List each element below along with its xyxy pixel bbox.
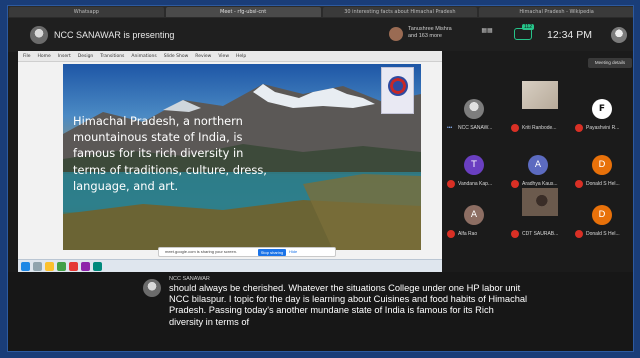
participant-tile[interactable]: A Aradhya Kaus... <box>508 151 572 193</box>
caption-speaker-avatar <box>143 279 161 297</box>
meet-top-bar: NCC SANAWAR is presenting Tanushree Mish… <box>8 18 633 52</box>
participant-avatar: A <box>528 155 548 175</box>
participant-avatar: D <box>592 205 612 225</box>
mic-muted-icon <box>511 180 519 188</box>
participant-name: Aradhya Kaus... <box>522 181 558 187</box>
participant-tile[interactable]: T Vandana Kap... <box>444 151 508 193</box>
presentation-menu-bar: File Home Insert Design Transitions Anim… <box>18 51 442 62</box>
participant-video <box>522 188 558 216</box>
hide-share-bar-link[interactable]: Hide <box>289 249 297 254</box>
mic-muted-icon <box>511 230 519 238</box>
participant-name: CDT SAURAB... <box>522 231 559 237</box>
browser-tab[interactable]: Whatsapp <box>9 7 164 17</box>
participant-avatar: A <box>464 205 484 225</box>
participant-summary-text: Tanushree Mishra and 163 more <box>408 26 452 39</box>
participant-tile[interactable]: ••• NCC SANAW... <box>444 95 508 137</box>
participant-name: Kriti Ranbode... <box>522 125 557 131</box>
clock: 12:34 PM <box>547 29 592 41</box>
ncc-logo <box>381 67 414 114</box>
menu-item[interactable]: View <box>218 54 229 59</box>
menu-item[interactable]: File <box>23 54 31 59</box>
participant-avatar: F <box>592 99 612 119</box>
participant-tile[interactable]: A Alfa Rao <box>444 201 508 243</box>
participant-tile[interactable]: CDT SAURAB... <box>508 188 572 238</box>
participant-avatar <box>464 99 484 119</box>
mic-muted-icon <box>575 230 583 238</box>
search-icon[interactable] <box>33 261 42 271</box>
menu-item[interactable]: Review <box>195 54 211 59</box>
layout-grid-icon[interactable]: ▦▦ <box>478 28 496 40</box>
menu-item[interactable]: Help <box>236 54 246 59</box>
speaking-indicator-icon: ••• <box>447 125 453 131</box>
participant-video <box>522 81 558 109</box>
slide: Himachal Pradesh, a northern mountainous… <box>63 64 421 250</box>
participant-name: Alfa Rao <box>458 231 478 237</box>
menu-item[interactable]: Animations <box>131 54 156 59</box>
mic-muted-icon <box>447 230 455 238</box>
slide-body-text: Himachal Pradesh, a northern mountainous… <box>73 114 267 193</box>
captions-panel: NCC SANAWAR should always be cherished. … <box>8 272 633 351</box>
app-icon[interactable] <box>93 261 102 271</box>
participant-tile[interactable]: D Donald S Hel... <box>572 151 633 193</box>
participant-avatar: D <box>592 155 612 175</box>
presenting-label: NCC SANAWAR is presenting <box>54 30 175 40</box>
chat-count-badge: 112 <box>522 24 534 30</box>
share-message: meet.google.com is sharing your screen. <box>165 249 238 254</box>
mic-muted-icon <box>575 180 583 188</box>
app-icon[interactable] <box>81 261 90 271</box>
browser-tab[interactable]: 30 interesting facts about Himachal Prad… <box>322 7 478 17</box>
mic-muted-icon <box>575 124 583 132</box>
participant-name: Vandana Kap... <box>458 181 493 187</box>
menu-item[interactable]: Design <box>78 54 94 59</box>
start-icon[interactable] <box>21 261 30 271</box>
menu-item[interactable]: Insert <box>58 54 71 59</box>
self-avatar[interactable] <box>611 27 627 43</box>
menu-item[interactable]: Slide Show <box>164 54 189 59</box>
meet-window: Whatsapp Meet - rfg-ubsl-cnt 30 interest… <box>7 5 634 352</box>
participant-avatar: T <box>464 155 484 175</box>
meeting-details-button[interactable]: Meeting details <box>588 58 632 68</box>
chrome-icon[interactable] <box>57 261 66 271</box>
stop-sharing-button[interactable]: Stop sharing <box>258 249 286 256</box>
presenter-avatar <box>30 26 48 44</box>
participant-name: Donald S Hel... <box>586 231 620 237</box>
participant-tile[interactable]: Kriti Ranbode... <box>508 81 572 132</box>
powerpoint-icon[interactable] <box>69 261 78 271</box>
participant-summary-avatar <box>389 27 403 41</box>
caption-speaker-name: NCC SANAWAR <box>169 276 210 282</box>
browser-tab[interactable]: Himachal Pradesh - Wikipedia <box>479 7 633 17</box>
browser-tab-strip: Whatsapp Meet - rfg-ubsl-cnt 30 interest… <box>8 6 633 18</box>
participant-tile[interactable]: D Donald S Hel... <box>572 201 633 243</box>
participant-name: NCC SANAW... <box>458 125 493 131</box>
participant-name: Donald S Hel... <box>586 181 620 187</box>
participant-tile[interactable]: F Payashvini R... <box>572 95 633 137</box>
participant-name: Payashvini R... <box>586 125 620 131</box>
mic-muted-icon <box>511 124 519 132</box>
screen-share-bar: meet.google.com is sharing your screen. … <box>158 247 336 257</box>
menu-item[interactable]: Home <box>38 54 51 59</box>
browser-tab-meet[interactable]: Meet - rfg-ubsl-cnt <box>165 7 321 17</box>
windows-taskbar <box>18 259 442 272</box>
menu-item[interactable]: Transitions <box>100 54 124 59</box>
shared-screen: File Home Insert Design Transitions Anim… <box>18 51 442 272</box>
mic-muted-icon <box>447 180 455 188</box>
ncc-emblem <box>388 76 408 96</box>
folder-icon[interactable] <box>45 261 54 271</box>
caption-text: should always be cherished. Whatever the… <box>169 283 528 327</box>
